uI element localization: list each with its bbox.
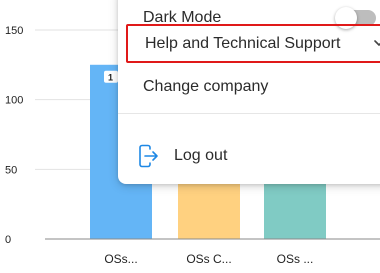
logout-label: Log out <box>174 147 228 164</box>
x-tick-label: OSs ... <box>277 252 314 266</box>
help-support-label: Help and Technical Support <box>145 34 341 52</box>
data-label: 1 <box>108 72 113 82</box>
change-company-label: Change company <box>143 78 269 95</box>
y-tick-label: 50 <box>5 164 17 176</box>
x-tick-label: OSs... <box>104 252 137 266</box>
help-support-item[interactable]: Help and Technical Support <box>126 24 380 63</box>
y-tick-label: 100 <box>5 95 23 107</box>
change-company-item[interactable]: Change company <box>118 69 380 105</box>
chevron-down-icon[interactable] <box>372 36 380 50</box>
y-tick-label: 150 <box>5 25 23 37</box>
logout-item[interactable]: Log out <box>118 136 380 176</box>
user-dropdown-menu: Dark Mode Help and Technical Support Cha… <box>118 0 380 184</box>
x-tick-label: OSs C... <box>186 252 231 266</box>
logout-icon <box>139 144 158 168</box>
menu-divider <box>118 113 380 114</box>
y-tick-label: 0 <box>5 234 11 246</box>
